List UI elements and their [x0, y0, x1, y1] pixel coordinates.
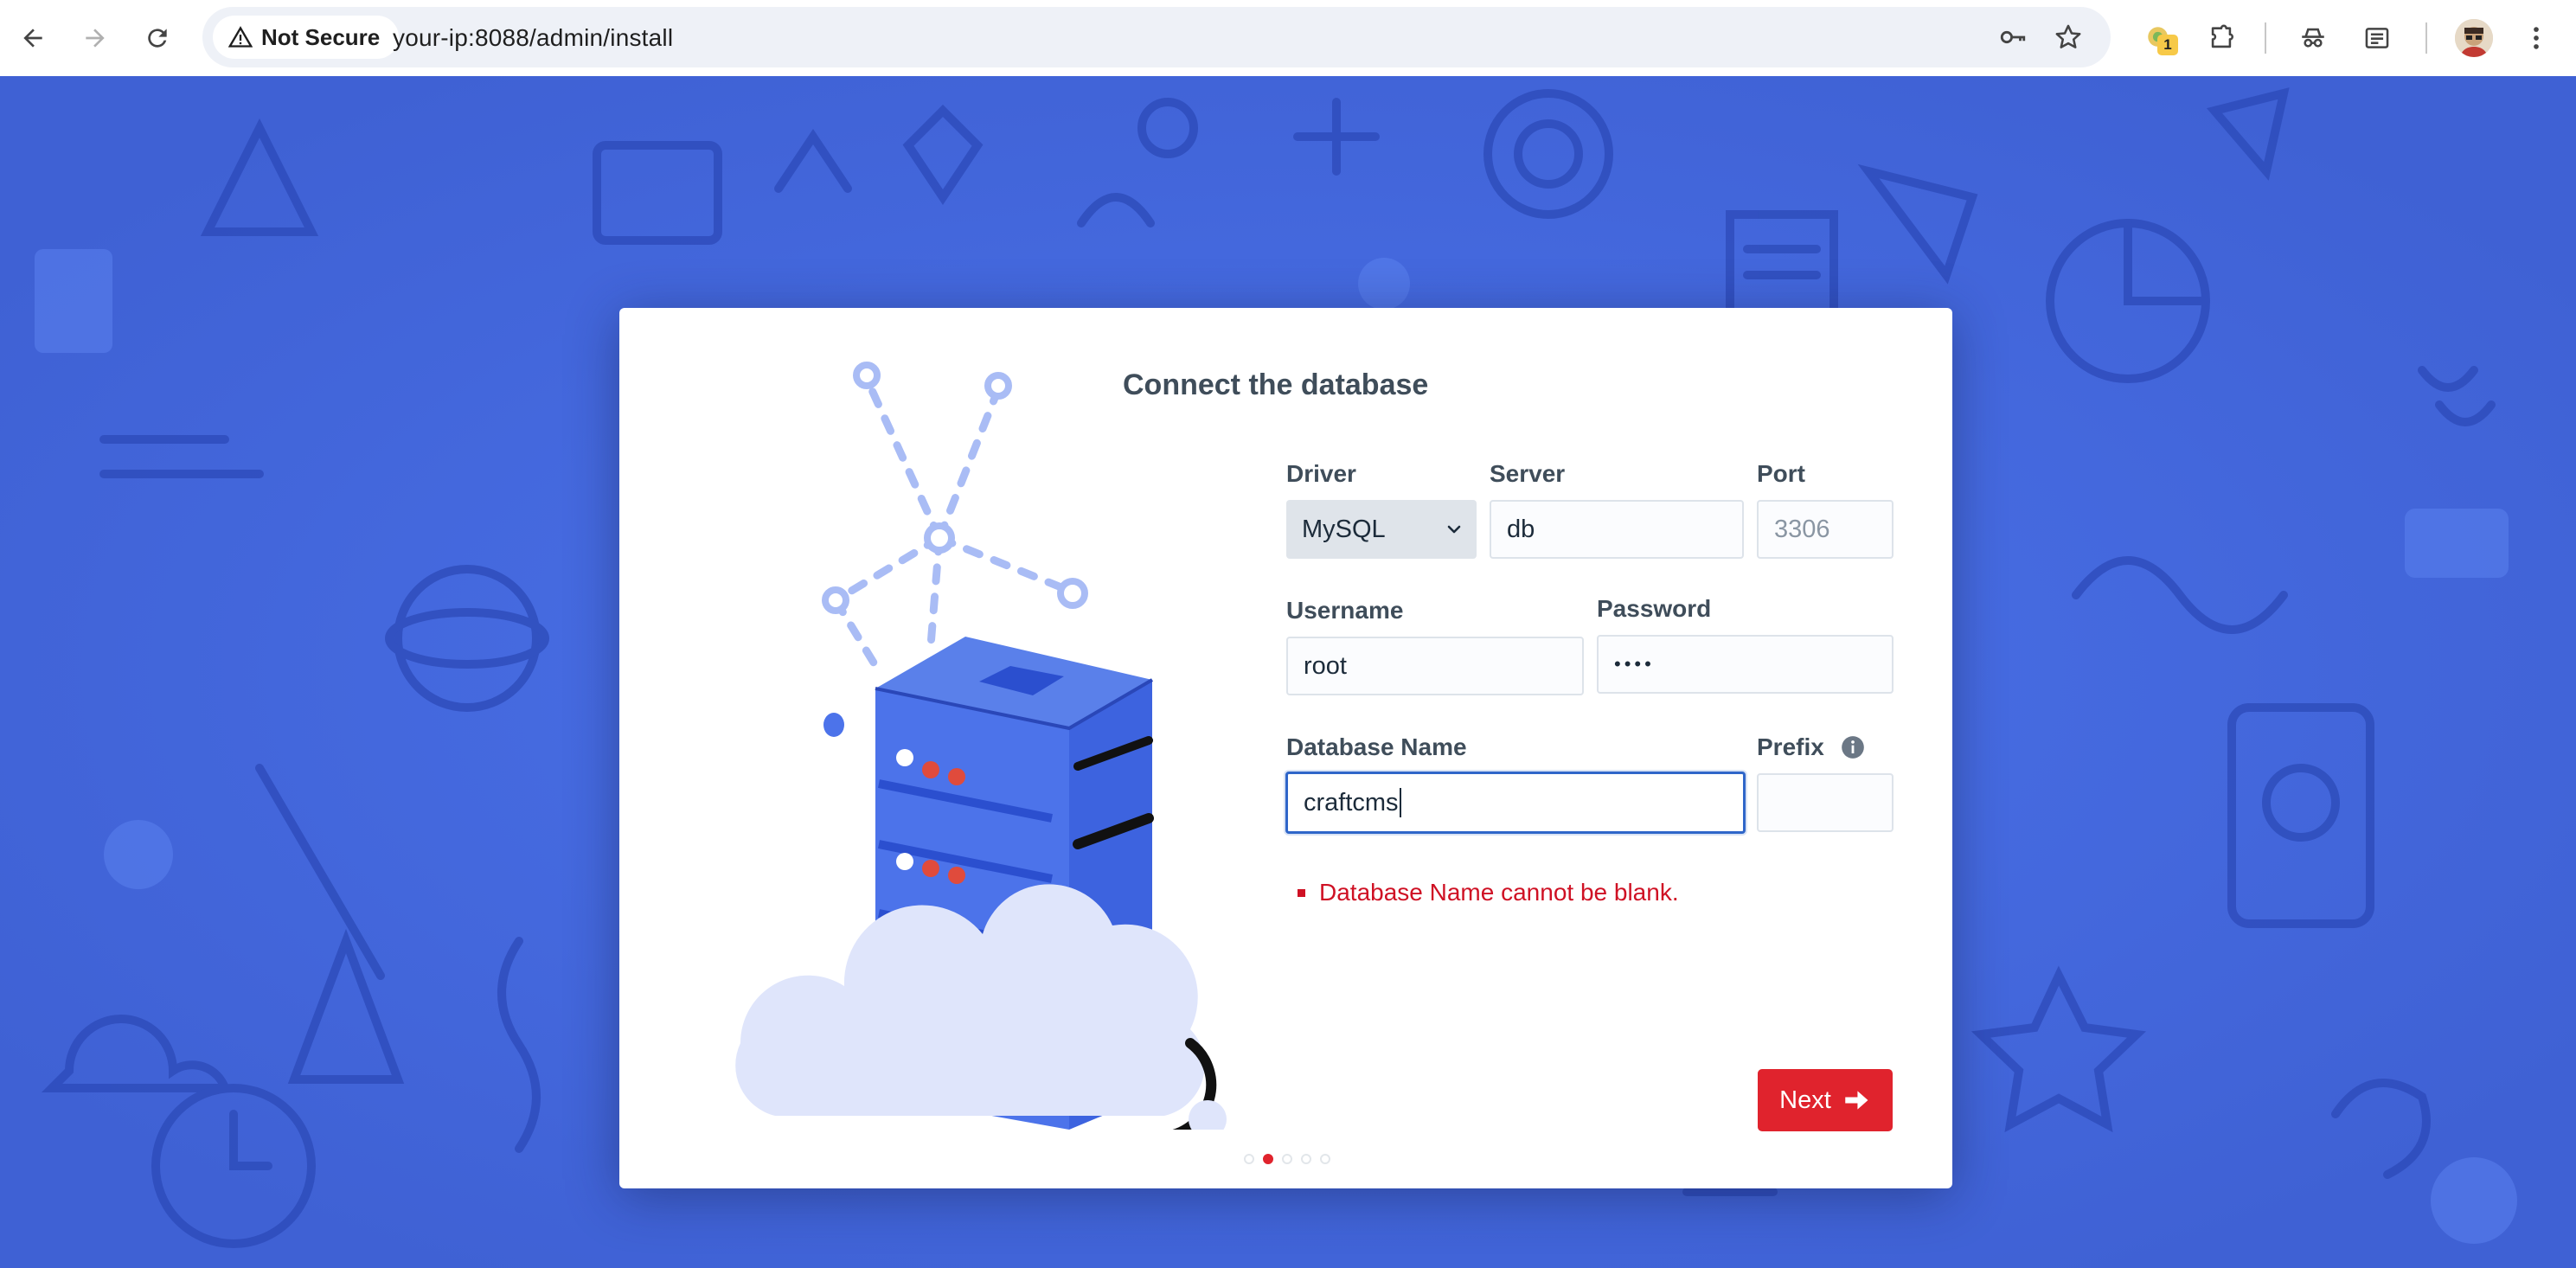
username-value: root	[1304, 651, 1347, 680]
toolbar-separator	[2265, 22, 2266, 54]
warning-triangle-icon	[228, 26, 253, 48]
kebab-menu-icon	[2534, 27, 2539, 49]
reading-list-button[interactable]	[2356, 17, 2398, 59]
prefix-input[interactable]	[1757, 773, 1894, 832]
step-dot	[1244, 1154, 1254, 1164]
server-illustration	[706, 351, 1242, 1143]
driver-label: Driver	[1286, 460, 1356, 487]
forward-arrow-icon	[86, 29, 105, 48]
key-icon	[2000, 30, 2026, 44]
username-label: Username	[1286, 597, 1404, 624]
reading-list-icon	[2365, 28, 2389, 48]
address-bar[interactable]: Not Secure your-ip:8088/admin/install	[202, 7, 2111, 67]
error-bullet	[1298, 888, 1305, 897]
database-name-input[interactable]: craftcms	[1285, 772, 1746, 834]
password-key-button[interactable]	[1996, 21, 2029, 54]
port-label: Port	[1757, 460, 1805, 487]
chevron-down-icon	[1447, 525, 1461, 534]
next-label: Next	[1779, 1085, 1831, 1114]
password-label: Password	[1597, 595, 1712, 622]
port-placeholder: 3306	[1774, 515, 1830, 543]
database-name-label: Database Name	[1286, 733, 1467, 760]
browser-toolbar: Not Secure your-ip:8088/admin/install 1	[0, 0, 2576, 76]
back-button[interactable]	[10, 16, 55, 61]
bookmark-button[interactable]	[2052, 21, 2085, 54]
security-label: Not Secure	[261, 23, 381, 50]
prefix-label: Prefix	[1757, 733, 1824, 760]
avatar[interactable]	[2455, 19, 2493, 57]
driver-value: MySQL	[1302, 515, 1386, 543]
server-value: db	[1507, 515, 1535, 543]
url-text[interactable]: your-ip:8088/admin/install	[393, 24, 673, 52]
step-indicator	[1244, 1154, 1330, 1164]
step-dot	[1320, 1154, 1330, 1164]
port-input[interactable]: 3306	[1757, 500, 1894, 559]
password-input[interactable]: ••••	[1597, 635, 1894, 694]
incognito-button[interactable]	[2292, 17, 2334, 59]
text-caret	[1399, 788, 1401, 817]
reload-icon	[148, 29, 167, 48]
error-message: Database Name cannot be blank.	[1319, 879, 1679, 906]
password-value: ••••	[1614, 653, 1655, 675]
arrow-right-icon	[1845, 1091, 1868, 1110]
driver-select[interactable]: MySQL	[1286, 500, 1477, 559]
back-arrow-icon	[23, 29, 42, 48]
incognito-icon	[2302, 28, 2324, 48]
security-chip[interactable]: Not Secure	[213, 16, 400, 59]
install-modal: Connect the database Driver MySQL Server…	[619, 308, 1952, 1188]
step-dot	[1263, 1154, 1273, 1164]
extensions-menu-button[interactable]	[2201, 17, 2242, 59]
reload-button[interactable]	[135, 16, 180, 61]
validation-error: Database Name cannot be blank.	[1298, 879, 1679, 906]
next-button[interactable]: Next	[1758, 1069, 1893, 1131]
username-input[interactable]: root	[1286, 637, 1584, 695]
modal-title: Connect the database	[1123, 368, 1429, 401]
step-dot	[1282, 1154, 1292, 1164]
server-label: Server	[1490, 460, 1566, 487]
extension-badge: 1	[2157, 35, 2178, 55]
step-dot	[1301, 1154, 1311, 1164]
info-icon[interactable]	[1841, 735, 1865, 759]
database-name-value: craftcms	[1304, 788, 1399, 817]
browser-menu-button[interactable]	[2515, 17, 2557, 59]
toolbar-separator	[2425, 22, 2427, 54]
server-input[interactable]: db	[1490, 500, 1744, 559]
star-icon	[2055, 24, 2081, 48]
puzzle-icon	[2211, 24, 2233, 48]
forward-button[interactable]	[73, 16, 118, 61]
